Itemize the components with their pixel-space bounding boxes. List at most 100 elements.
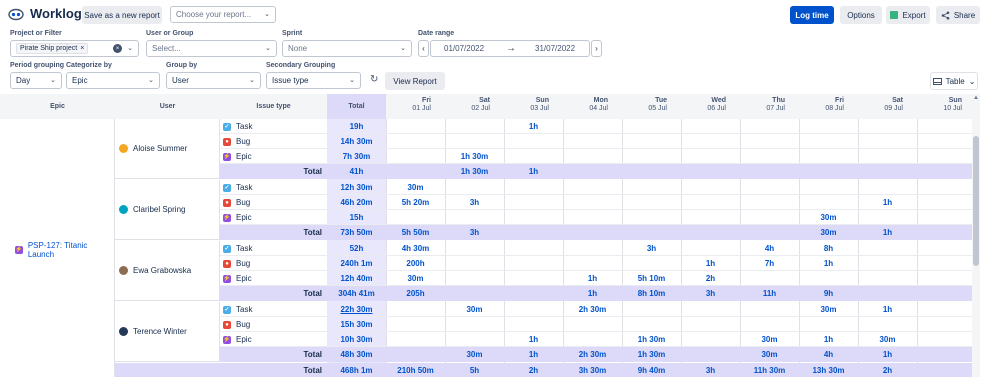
row-total-value[interactable]: 41h <box>327 164 386 179</box>
column-header-day[interactable]: Thu 07 Jul <box>740 94 799 119</box>
day-value[interactable]: 2h <box>681 271 740 286</box>
day-value[interactable]: 1h <box>858 302 917 317</box>
date-from[interactable]: 01/07/2022 <box>444 44 484 53</box>
column-header-total[interactable]: Total <box>327 94 386 119</box>
day-value[interactable]: 30m <box>799 210 858 225</box>
day-value[interactable]: 5h 10m <box>622 271 681 286</box>
project-filter-select[interactable]: Pirate Ship project × × ⌄ <box>10 40 139 57</box>
day-value[interactable]: 30m <box>386 180 445 195</box>
day-value[interactable]: 9h 40m <box>622 363 681 377</box>
day-value[interactable]: 1h <box>563 271 622 286</box>
day-value[interactable]: 1h <box>563 286 622 301</box>
day-value[interactable]: 5h 50m <box>386 225 445 240</box>
date-to[interactable]: 31/07/2022 <box>535 44 575 53</box>
date-range-field[interactable]: 01/07/2022 → 31/07/2022 <box>430 40 590 57</box>
day-value[interactable]: 30m <box>799 302 858 317</box>
day-value[interactable]: 30m <box>799 225 858 240</box>
day-value[interactable]: 3h 30m <box>563 363 622 377</box>
column-header-day[interactable]: Mon 04 Jul <box>563 94 622 119</box>
row-total-value[interactable]: 304h 41m <box>327 286 386 301</box>
row-total-value[interactable]: 73h 50m <box>327 225 386 240</box>
day-value[interactable]: 3h <box>445 225 504 240</box>
day-value[interactable]: 1h <box>858 347 917 362</box>
date-next-button[interactable]: › <box>591 40 602 57</box>
row-total-value[interactable]: 10h 30m <box>327 332 386 347</box>
sprint-select[interactable]: None ⌄ <box>282 40 412 57</box>
day-value[interactable]: 1h <box>799 332 858 347</box>
day-value[interactable]: 3h <box>681 363 740 377</box>
column-header-day[interactable]: Sat 09 Jul <box>858 94 917 119</box>
column-header-epic[interactable]: Epic <box>0 94 115 119</box>
day-value[interactable]: 1h <box>681 256 740 271</box>
day-value[interactable]: 205h <box>386 286 445 301</box>
day-value[interactable]: 1h <box>858 225 917 240</box>
options-button[interactable]: Options <box>840 6 882 24</box>
day-value[interactable]: 30m <box>386 271 445 286</box>
view-report-button[interactable]: View Report <box>385 72 445 90</box>
day-value[interactable]: 1h 30m <box>445 164 504 179</box>
day-value[interactable]: 1h <box>504 164 563 179</box>
row-total-value[interactable]: 15h 30m <box>327 317 386 332</box>
day-value[interactable]: 2h <box>858 363 917 377</box>
day-value[interactable]: 30m <box>445 347 504 362</box>
day-value[interactable]: 2h 30m <box>563 302 622 317</box>
scroll-up-icon[interactable]: ▲ <box>973 95 979 101</box>
scrollbar-thumb[interactable] <box>973 136 979 266</box>
day-value[interactable]: 30m <box>740 332 799 347</box>
row-total-value[interactable]: 240h 1m <box>327 256 386 271</box>
day-value[interactable]: 1h <box>504 347 563 362</box>
day-value[interactable]: 3h <box>622 241 681 256</box>
export-button[interactable]: Export <box>886 6 930 24</box>
day-value[interactable]: 1h 30m <box>445 149 504 164</box>
report-select[interactable]: Choose your report... ⌄ <box>170 6 276 23</box>
log-time-button[interactable]: Log time <box>790 6 834 24</box>
day-value[interactable]: 1h <box>504 119 563 134</box>
row-total-value[interactable]: 15h <box>327 210 386 225</box>
table-view-toggle[interactable]: Table ⌄ <box>930 72 978 90</box>
day-value[interactable]: 1h <box>799 256 858 271</box>
column-header-day[interactable]: Sun 10 Jul <box>917 94 976 119</box>
remove-tag-icon[interactable]: × <box>80 45 84 52</box>
row-total-value[interactable]: 12h 40m <box>327 271 386 286</box>
row-total-value[interactable]: 12h 30m <box>327 180 386 195</box>
day-value[interactable]: 8h 10m <box>622 286 681 301</box>
day-value[interactable]: 30m <box>445 302 504 317</box>
date-prev-button[interactable]: ‹ <box>418 40 429 57</box>
day-value[interactable]: 11h <box>740 286 799 301</box>
user-group-select[interactable]: Select... ⌄ <box>146 40 277 57</box>
share-button[interactable]: Share <box>936 6 980 24</box>
day-value[interactable]: 4h 30m <box>386 241 445 256</box>
day-value[interactable]: 4h <box>799 347 858 362</box>
day-value[interactable]: 5h 20m <box>386 195 445 210</box>
day-value[interactable]: 1h <box>504 332 563 347</box>
save-as-new-report-button[interactable]: Save as a new report <box>82 6 162 24</box>
row-total-value[interactable]: 14h 30m <box>327 134 386 149</box>
column-header-day[interactable]: Tue 05 Jul <box>622 94 681 119</box>
column-header-day[interactable]: Wed 06 Jul <box>681 94 740 119</box>
day-value[interactable]: 200h <box>386 256 445 271</box>
period-grouping-select[interactable]: Day ⌄ <box>10 72 62 89</box>
refresh-icon[interactable]: ↻ <box>370 74 378 85</box>
day-value[interactable]: 30m <box>740 347 799 362</box>
column-header-day[interactable]: Fri 01 Jul <box>386 94 445 119</box>
day-value[interactable]: 8h <box>799 241 858 256</box>
secondary-grouping-select[interactable]: Issue type ⌄ <box>266 72 361 89</box>
day-value[interactable]: 7h <box>740 256 799 271</box>
day-value[interactable]: 11h 30m <box>740 363 799 377</box>
row-total-value[interactable]: 48h 30m <box>327 347 386 362</box>
day-value[interactable]: 1h 30m <box>622 332 681 347</box>
row-total-value[interactable]: 7h 30m <box>327 149 386 164</box>
column-header-day[interactable]: Fri 08 Jul <box>799 94 858 119</box>
day-value[interactable]: 13h 30m <box>799 363 858 377</box>
day-value[interactable]: 4h <box>740 241 799 256</box>
day-value[interactable]: 3h <box>445 195 504 210</box>
day-value[interactable]: 9h <box>799 286 858 301</box>
day-value[interactable]: 2h 30m <box>563 347 622 362</box>
categorize-by-select[interactable]: Epic ⌄ <box>66 72 160 89</box>
group-by-select[interactable]: User ⌄ <box>166 72 261 89</box>
day-value[interactable]: 3h <box>681 286 740 301</box>
day-value[interactable]: 5h <box>445 363 504 377</box>
project-tag[interactable]: Pirate Ship project × <box>16 43 89 54</box>
day-value[interactable]: 30m <box>858 332 917 347</box>
row-total-value[interactable]: 52h <box>327 241 386 256</box>
